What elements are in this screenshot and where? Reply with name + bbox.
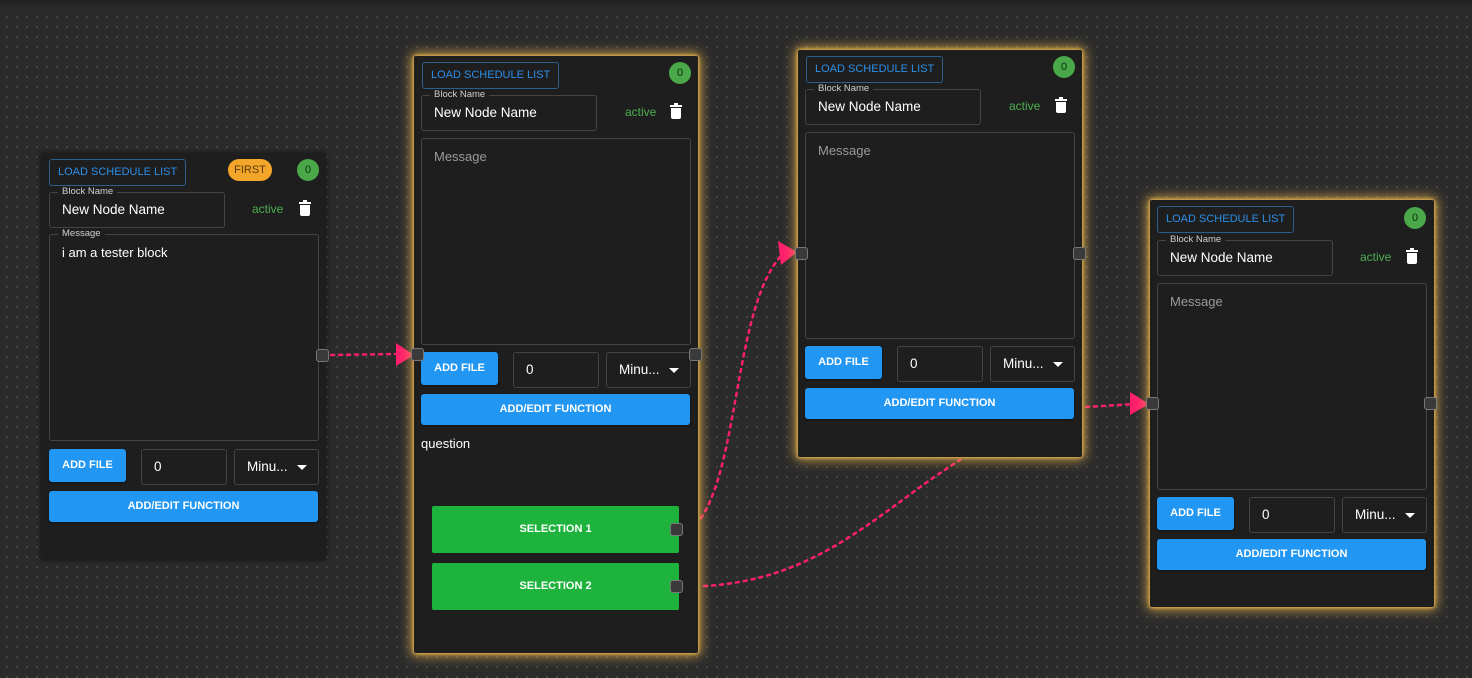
time-unit-select[interactable]: Minu...: [1342, 497, 1427, 533]
time-unit-select[interactable]: Minu...: [990, 346, 1075, 382]
trash-icon[interactable]: [1055, 97, 1067, 114]
message-placeholder: Message: [818, 143, 871, 158]
node-block-3[interactable]: LOAD SCHEDULE LIST 0 Block Name New Node…: [798, 50, 1082, 457]
caret-down-icon: [297, 465, 307, 470]
node-block-4[interactable]: LOAD SCHEDULE LIST 0 Block Name New Node…: [1150, 200, 1434, 607]
time-unit-value: Minu...: [619, 362, 660, 377]
output-handle[interactable]: [316, 349, 329, 362]
message-field[interactable]: Message: [805, 132, 1075, 339]
status-text: active: [1009, 99, 1041, 113]
message-field[interactable]: Message: [1157, 283, 1427, 490]
add-edit-function-button[interactable]: ADD/EDIT FUNCTION: [805, 388, 1074, 419]
input-handle[interactable]: [411, 348, 424, 361]
connector-selection1-to-3: [699, 251, 786, 520]
caret-down-icon: [669, 368, 679, 373]
block-name-field[interactable]: Block Name New Node Name: [49, 186, 225, 228]
input-handle[interactable]: [795, 247, 808, 260]
trash-icon[interactable]: [1406, 248, 1418, 265]
time-unit-value: Minu...: [1355, 507, 1396, 522]
question-text: question: [421, 436, 471, 451]
count-badge: 0: [1053, 56, 1075, 78]
input-handle[interactable]: [1146, 397, 1159, 410]
add-file-button[interactable]: ADD FILE: [805, 346, 882, 379]
caret-down-icon: [1053, 362, 1063, 367]
connector-1-to-2: [329, 352, 398, 357]
add-file-button[interactable]: ADD FILE: [421, 352, 498, 385]
message-placeholder: Message: [434, 149, 487, 164]
block-name-value: New Node Name: [434, 105, 537, 120]
output-handle[interactable]: [1073, 247, 1086, 260]
trash-icon[interactable]: [670, 103, 682, 120]
number-value: 0: [1262, 507, 1270, 522]
block-name-value: New Node Name: [62, 202, 165, 217]
status-text: active: [1360, 250, 1392, 264]
block-name-field[interactable]: Block Name New Node Name: [1157, 234, 1333, 276]
block-name-label: Block Name: [1166, 234, 1226, 246]
selection-2-handle[interactable]: [670, 580, 683, 593]
block-name-label: Block Name: [814, 83, 874, 95]
node-block-2[interactable]: LOAD SCHEDULE LIST 0 Block Name New Node…: [414, 56, 698, 653]
count-badge: 0: [297, 159, 319, 181]
number-input[interactable]: 0: [141, 449, 227, 485]
time-unit-select[interactable]: Minu...: [606, 352, 691, 388]
block-name-field[interactable]: Block Name New Node Name: [805, 83, 981, 125]
top-bar: [0, 0, 1472, 8]
time-unit-value: Minu...: [1003, 356, 1044, 371]
connector-3-to-4: [1084, 402, 1136, 409]
load-schedule-list-button[interactable]: LOAD SCHEDULE LIST: [422, 62, 560, 89]
trash-icon[interactable]: [299, 200, 311, 217]
count-badge: 0: [669, 62, 691, 84]
message-placeholder: Message: [1170, 294, 1223, 309]
selection-2-button[interactable]: SELECTION 2: [432, 563, 679, 610]
message-field[interactable]: Message i am a tester block: [49, 228, 319, 441]
number-input[interactable]: 0: [1249, 497, 1335, 533]
selection-1-button[interactable]: SELECTION 1: [432, 506, 679, 553]
number-value: 0: [154, 459, 162, 474]
block-name-value: New Node Name: [1170, 250, 1273, 265]
number-input[interactable]: 0: [513, 352, 599, 388]
caret-down-icon: [1405, 513, 1415, 518]
block-name-field[interactable]: Block Name New Node Name: [421, 89, 597, 131]
time-unit-value: Minu...: [247, 459, 288, 474]
block-name-label: Block Name: [58, 186, 118, 198]
add-edit-function-button[interactable]: ADD/EDIT FUNCTION: [1157, 539, 1426, 570]
message-label: Message: [58, 228, 105, 240]
output-handle[interactable]: [689, 348, 702, 361]
add-edit-function-button[interactable]: ADD/EDIT FUNCTION: [49, 491, 318, 522]
count-badge: 0: [1404, 207, 1426, 229]
connector-selection2-to-4: [702, 458, 962, 588]
selection-1-handle[interactable]: [670, 523, 683, 536]
status-text: active: [625, 105, 657, 119]
first-badge: FIRST: [228, 159, 272, 181]
node-block-1[interactable]: LOAD SCHEDULE LIST FIRST 0 Block Name Ne…: [41, 153, 326, 560]
output-handle[interactable]: [1424, 397, 1437, 410]
block-name-value: New Node Name: [818, 99, 921, 114]
message-value: i am a tester block: [62, 245, 168, 260]
load-schedule-list-button[interactable]: LOAD SCHEDULE LIST: [806, 56, 944, 83]
number-value: 0: [910, 356, 918, 371]
number-value: 0: [526, 362, 534, 377]
time-unit-select[interactable]: Minu...: [234, 449, 319, 485]
number-input[interactable]: 0: [897, 346, 983, 382]
load-schedule-list-button[interactable]: LOAD SCHEDULE LIST: [49, 159, 187, 186]
add-file-button[interactable]: ADD FILE: [49, 449, 126, 482]
status-text: active: [252, 202, 284, 216]
message-field[interactable]: Message: [421, 138, 691, 345]
add-file-button[interactable]: ADD FILE: [1157, 497, 1234, 530]
block-name-label: Block Name: [430, 89, 490, 101]
load-schedule-list-button[interactable]: LOAD SCHEDULE LIST: [1157, 206, 1295, 233]
add-edit-function-button[interactable]: ADD/EDIT FUNCTION: [421, 394, 690, 425]
